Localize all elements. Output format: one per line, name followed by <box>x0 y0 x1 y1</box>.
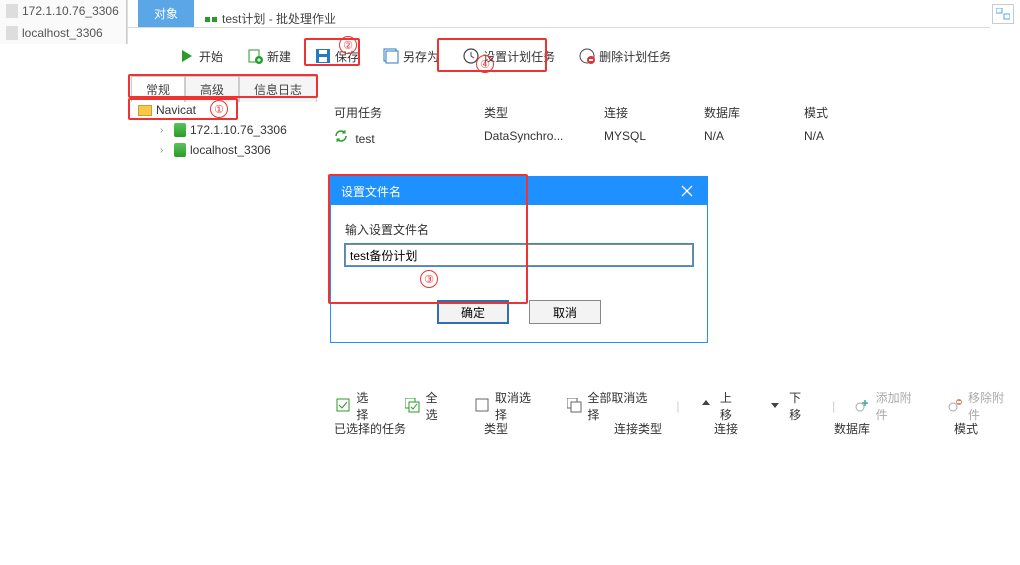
db-icon <box>6 26 18 40</box>
tree-root[interactable]: Navicat <box>138 100 287 120</box>
dialog-label: 输入设置文件名 <box>345 221 693 238</box>
menu-button[interactable] <box>131 48 153 64</box>
toolbar: 开始 新建 保存 另存为 设置计划任务 删除计划任务 <box>131 40 677 72</box>
table-header: 可用任务 类型 连接 数据库 模式 <box>330 100 1010 125</box>
available-tasks-table: 可用任务 类型 连接 数据库 模式 test DataSynchro... MY… <box>330 100 1010 150</box>
ok-button[interactable]: 确定 <box>437 300 509 324</box>
arrow-down-icon <box>769 398 784 414</box>
dialog-title: 设置文件名 <box>341 183 401 200</box>
table-row[interactable]: test DataSynchro... MYSQL N/A N/A <box>330 125 1010 150</box>
clock-delete-icon <box>579 48 595 64</box>
check-all-icon <box>405 398 420 414</box>
expand-icon[interactable]: › <box>160 145 170 156</box>
start-button[interactable]: 开始 <box>173 45 229 68</box>
save-button[interactable]: 保存 <box>309 45 365 68</box>
attach-remove-icon <box>948 398 963 414</box>
folder-icon <box>138 105 152 116</box>
cancel-button[interactable]: 取消 <box>529 300 601 324</box>
db-icon <box>6 4 18 18</box>
dialog-titlebar[interactable]: 设置文件名 <box>331 177 707 205</box>
col-conntype[interactable]: 连接类型 <box>610 416 710 441</box>
arrow-up-icon <box>700 398 715 414</box>
new-icon <box>247 48 263 64</box>
tree-node-1[interactable]: › 172.1.10.76_3306 <box>138 120 287 140</box>
save-icon <box>315 48 331 64</box>
filename-input[interactable] <box>345 244 693 266</box>
new-button[interactable]: 新建 <box>241 45 297 68</box>
database-icon <box>174 143 186 157</box>
connection-tab-1-label: 172.1.10.76_3306 <box>22 4 119 18</box>
uncheck-all-icon <box>567 398 582 414</box>
set-schedule-button[interactable]: 设置计划任务 <box>457 45 561 68</box>
subtabs: 常规 高级 信息日志 <box>131 76 317 102</box>
col-schema[interactable]: 模式 <box>800 100 900 125</box>
col-bconn[interactable]: 连接 <box>710 416 830 441</box>
col-task[interactable]: 可用任务 <box>330 100 480 125</box>
clock-icon <box>463 48 479 64</box>
sync-icon <box>334 129 348 143</box>
check-icon <box>336 398 351 414</box>
attach-add-icon <box>855 398 870 414</box>
connection-tab-1[interactable]: 172.1.10.76_3306 <box>0 0 127 22</box>
col-db[interactable]: 数据库 <box>700 100 800 125</box>
tree-node-2[interactable]: › localhost_3306 <box>138 140 287 160</box>
col-btype[interactable]: 类型 <box>480 416 610 441</box>
subtab-log[interactable]: 信息日志 <box>239 76 317 102</box>
col-conn[interactable]: 连接 <box>600 100 700 125</box>
subtab-advanced[interactable]: 高级 <box>185 76 239 102</box>
uncheck-icon <box>475 398 490 414</box>
play-icon <box>179 48 195 64</box>
tab-app[interactable]: test计划 - 批处理作业 <box>194 10 346 27</box>
navigator-tree: Navicat › 172.1.10.76_3306 › localhost_3… <box>138 100 287 160</box>
col-selected-task[interactable]: 已选择的任务 <box>330 416 480 441</box>
database-icon <box>174 123 186 137</box>
save-as-icon <box>383 48 399 64</box>
col-bschema[interactable]: 模式 <box>950 416 1020 441</box>
expand-icon[interactable]: › <box>160 125 170 136</box>
subtab-general[interactable]: 常规 <box>131 76 185 102</box>
tab-object[interactable]: 对象 <box>138 0 194 27</box>
selected-tasks-header: 已选择的任务 类型 连接类型 连接 数据库 模式 Param <box>330 416 1020 441</box>
filename-dialog: 设置文件名 输入设置文件名 确定 取消 <box>330 176 708 343</box>
window-menu-icon[interactable] <box>992 4 1014 24</box>
close-button[interactable] <box>667 177 707 205</box>
connection-tab-2-label: localhost_3306 <box>22 26 103 40</box>
close-icon <box>681 185 693 197</box>
delete-schedule-button[interactable]: 删除计划任务 <box>573 45 677 68</box>
col-bdb[interactable]: 数据库 <box>830 416 950 441</box>
connection-tab-2[interactable]: localhost_3306 <box>0 22 127 44</box>
batch-icon <box>204 12 218 26</box>
save-as-button[interactable]: 另存为 <box>377 45 445 68</box>
col-type[interactable]: 类型 <box>480 100 600 125</box>
